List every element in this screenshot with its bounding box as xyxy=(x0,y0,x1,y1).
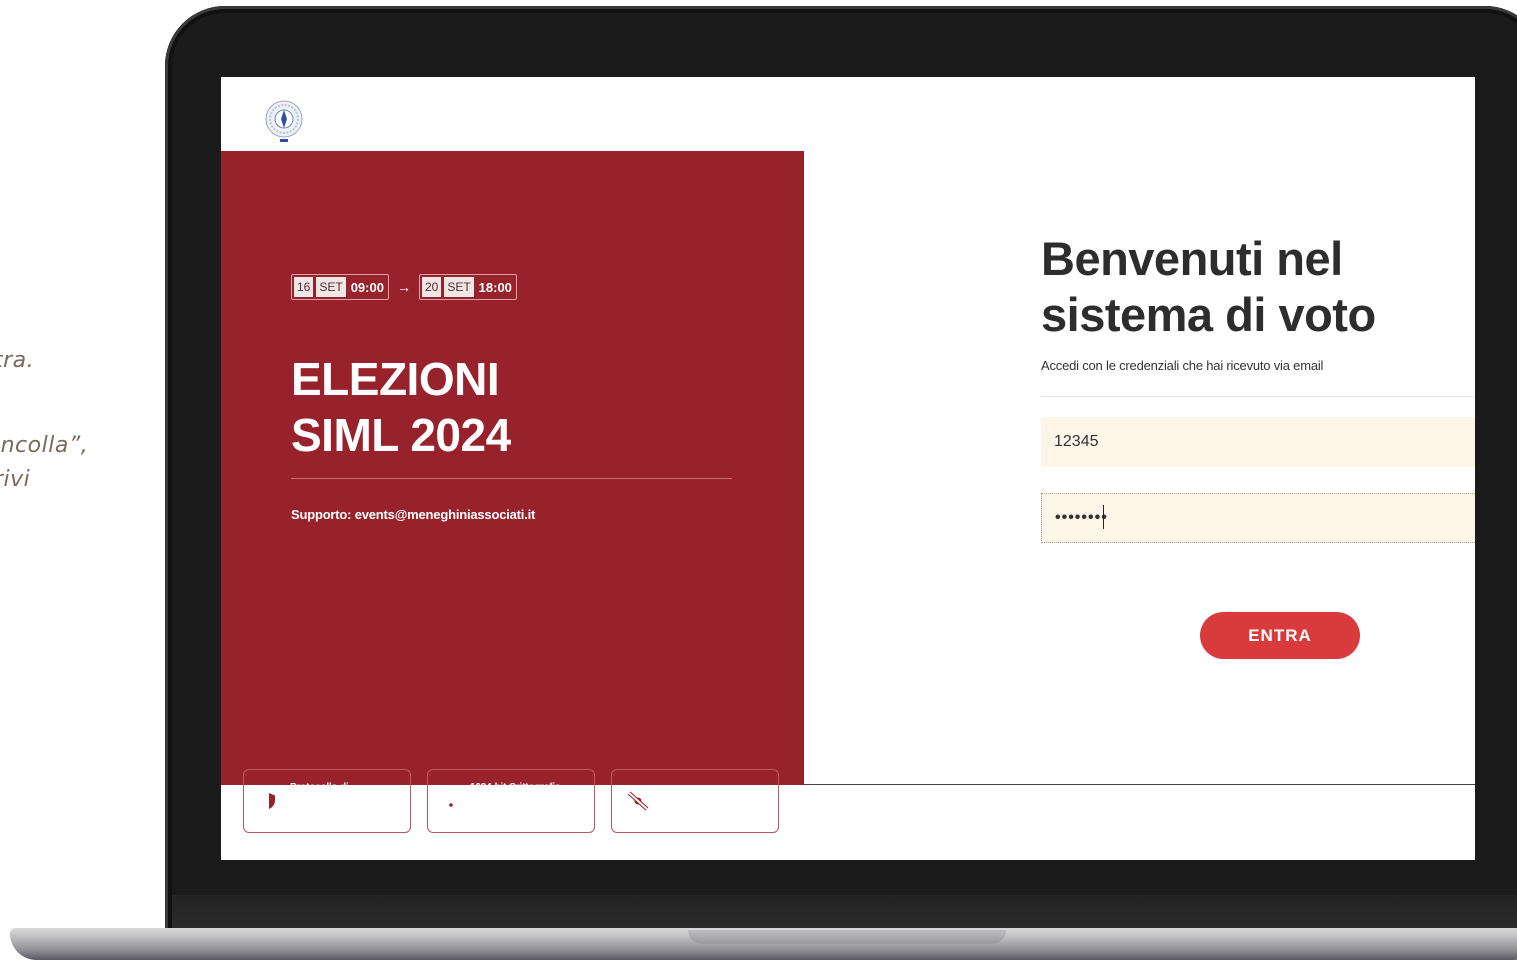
badge-no-tracking: Nessun tracciamento del votante xyxy=(611,769,779,833)
enter-button[interactable]: ENTRA xyxy=(1200,612,1360,659)
election-title-line-2: SIML 2024 xyxy=(291,409,511,461)
login-separator xyxy=(1041,396,1475,397)
screen: 16 SET 09:00 → 20 SET 18:00 ELEZIONI SIM… xyxy=(221,77,1475,860)
date-range: 16 SET 09:00 → 20 SET 18:00 xyxy=(291,274,517,300)
login-subtitle: Accedi con le credenziali che hai ricevu… xyxy=(1041,358,1324,373)
start-day: 16 xyxy=(294,277,314,297)
arrow-right-icon: → xyxy=(396,279,411,295)
badge-tls: Protocollo di comunicazione TLS 1.2 o su… xyxy=(243,769,411,833)
end-month: SET xyxy=(444,277,474,297)
end-time: 18:00 xyxy=(478,279,512,295)
end-date: 20 SET 18:00 xyxy=(418,274,517,300)
lock-icon xyxy=(443,790,459,811)
password-input[interactable] xyxy=(1041,493,1475,543)
start-time: 09:00 xyxy=(350,279,384,295)
badge-encryption-text: 1024-bit Crittografia client-side a chia… xyxy=(470,782,561,819)
start-month: SET xyxy=(316,277,346,297)
election-title: ELEZIONI SIML 2024 xyxy=(291,351,511,463)
login-heading-line-1: Benvenuti nel xyxy=(1041,232,1343,285)
badge-no-tracking-text: Nessun tracciamento del votante xyxy=(660,788,758,813)
background-text-line-1: tra. xyxy=(0,348,35,373)
bottom-rule xyxy=(804,784,1475,785)
divider xyxy=(291,478,732,479)
support-contact: Supporto: events@meneghiniassociati.it xyxy=(291,507,536,522)
end-day: 20 xyxy=(421,277,442,297)
election-title-line-1: ELEZIONI xyxy=(291,353,500,405)
username-input[interactable] xyxy=(1041,417,1475,467)
eye-slash-icon xyxy=(627,791,649,811)
security-badges: Protocollo di comunicazione TLS 1.2 o su… xyxy=(243,769,779,833)
text-cursor xyxy=(1103,505,1104,529)
shield-icon xyxy=(260,790,278,812)
badge-tls-text: Protocollo di comunicazione TLS 1.2 o su… xyxy=(290,782,381,819)
badge-encryption: 1024-bit Crittografia client-side a chia… xyxy=(427,769,595,833)
logo xyxy=(265,100,303,142)
background-text-line-3: rivi xyxy=(0,467,31,492)
laptop-base-notch xyxy=(688,930,1006,944)
login-heading-line-2: sistema di voto xyxy=(1041,288,1376,341)
election-panel: 16 SET 09:00 → 20 SET 18:00 ELEZIONI SIM… xyxy=(221,151,804,833)
login-heading: Benvenuti nel sistema di voto xyxy=(1041,231,1376,343)
background-text-line-2: incolla”, xyxy=(0,433,89,458)
start-date: 16 SET 09:00 xyxy=(291,274,389,300)
